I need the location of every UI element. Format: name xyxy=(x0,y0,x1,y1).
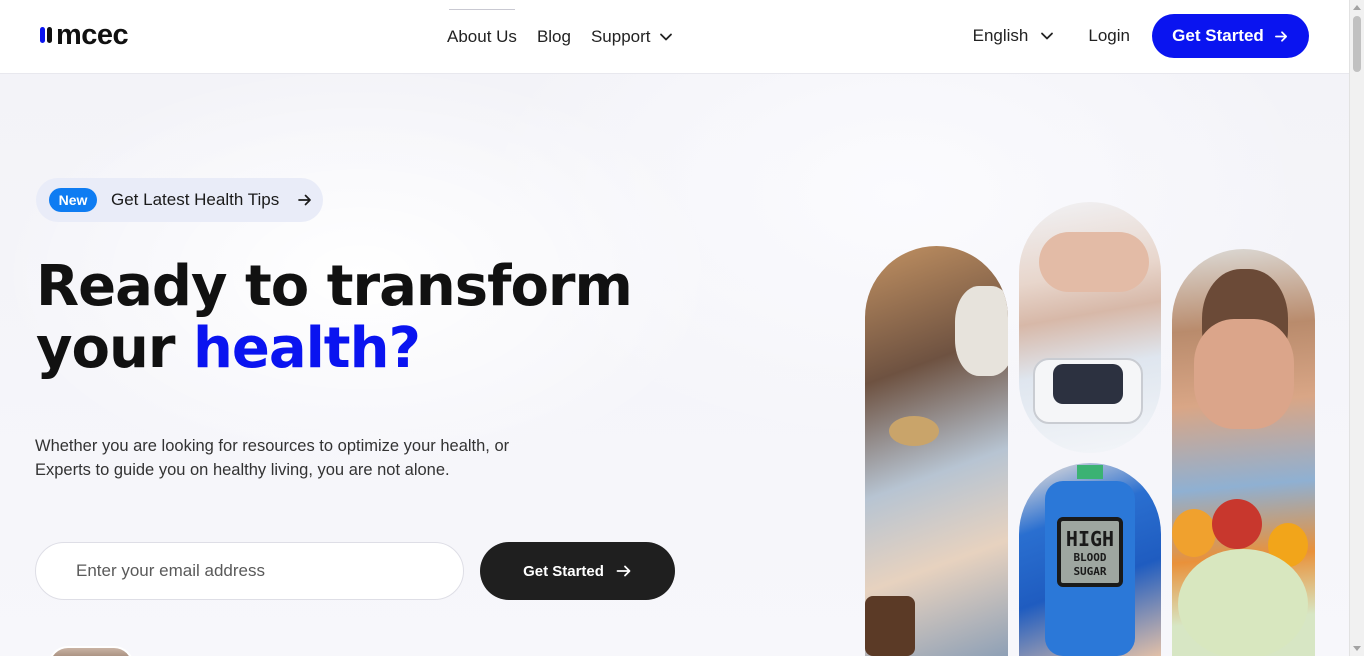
meter-line-2: BLOOD xyxy=(1073,551,1107,564)
health-tips-pill[interactable]: New Get Latest Health Tips xyxy=(36,178,323,222)
nav-about-us[interactable]: About Us xyxy=(447,9,517,47)
chevron-down-icon xyxy=(1041,32,1054,40)
health-tips-label: Get Latest Health Tips xyxy=(111,190,280,209)
arrow-right-icon xyxy=(298,194,312,206)
headline-accent: health? xyxy=(192,316,421,381)
hero-get-started-label: Get Started xyxy=(523,562,604,580)
header-get-started-button[interactable]: Get Started xyxy=(1152,14,1309,58)
brand-name: mcec xyxy=(56,19,129,51)
meter-screen: HIGH BLOOD SUGAR xyxy=(1057,517,1123,587)
scroll-up-icon[interactable] xyxy=(1353,5,1361,10)
meter-line-3: SUGAR xyxy=(1073,565,1107,578)
language-label: English xyxy=(972,26,1029,45)
new-badge: New xyxy=(49,188,97,212)
nav-support-label: Support xyxy=(590,27,651,46)
logo-mark-icon xyxy=(40,27,52,43)
site-header: mcec About Us Blog Support English Login… xyxy=(0,0,1349,74)
hero-get-started-button[interactable]: Get Started xyxy=(480,542,675,600)
brand-logo[interactable]: mcec xyxy=(40,19,129,51)
scroll-down-icon[interactable] xyxy=(1353,646,1361,651)
meter-line-1: HIGH xyxy=(1065,527,1115,551)
chevron-down-icon xyxy=(659,33,672,41)
hero-description-line-2: Experts to guide you on healthy living, … xyxy=(35,461,450,479)
scroll-thumb[interactable] xyxy=(1353,16,1361,72)
headline-line-2-prefix: your xyxy=(36,316,193,381)
page-scrollbar[interactable] xyxy=(1349,0,1364,656)
header-get-started-label: Get Started xyxy=(1172,26,1264,45)
nav-about-us-label: About Us xyxy=(447,27,517,46)
arrow-right-icon xyxy=(616,565,631,577)
language-selector[interactable]: English xyxy=(973,26,1055,46)
hero-headline: Ready to transform your health? xyxy=(36,254,633,381)
avatar xyxy=(48,646,134,656)
finger-prick-image xyxy=(1019,202,1161,453)
login-link[interactable]: Login xyxy=(1088,26,1130,46)
headline-line-1: Ready to transform xyxy=(36,254,633,319)
nav-support[interactable]: Support xyxy=(591,27,673,47)
hero-description: Whether you are looking for resources to… xyxy=(35,434,535,482)
hero-description-line-1: Whether you are looking for resources to… xyxy=(35,437,510,455)
man-with-vegetables-image xyxy=(1172,249,1315,656)
email-input[interactable] xyxy=(35,542,464,600)
blood-glucose-meter-image: HIGH BLOOD SUGAR xyxy=(1019,463,1161,656)
nav-blog-label: Blog xyxy=(536,27,571,46)
arrow-right-icon xyxy=(1274,30,1287,42)
header-actions: English Login Get Started xyxy=(973,14,1309,58)
main-nav: About Us Blog Support xyxy=(447,0,693,74)
seniors-eating-image xyxy=(865,246,1008,656)
nav-blog[interactable]: Blog xyxy=(537,27,571,47)
